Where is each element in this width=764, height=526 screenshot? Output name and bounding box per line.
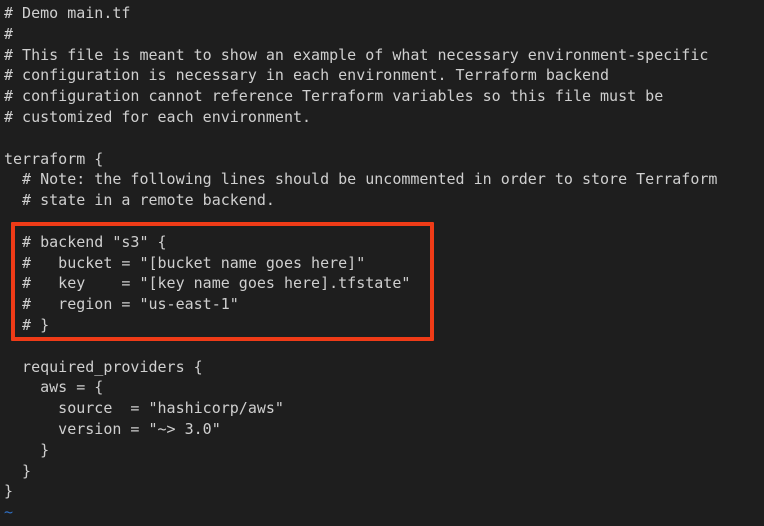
code-line: } <box>4 440 50 459</box>
code-line: # This file is meant to show an example … <box>4 45 709 64</box>
code-line: } <box>4 461 32 480</box>
code-line: required_providers { <box>4 357 203 376</box>
code-line: # backend "s3" { <box>4 232 167 251</box>
code-line: # Note: the following lines should be un… <box>4 170 718 189</box>
code-line: terraform { <box>4 149 104 168</box>
code-editor-viewport[interactable]: # Demo main.tf # # This file is meant to… <box>0 0 764 526</box>
code-line: version = "~> 3.0" <box>4 419 221 438</box>
code-line: aws = { <box>4 378 104 397</box>
code-line: # } <box>4 315 50 334</box>
code-line: # bucket = "[bucket name goes here]" <box>4 253 366 272</box>
code-line: } <box>4 482 14 501</box>
empty-line-tilde-marker: ~ <box>4 503 14 522</box>
code-line: source = "hashicorp/aws" <box>4 399 284 418</box>
code-line: # region = "us-east-1" <box>4 295 239 314</box>
code-line: # customized for each environment. <box>4 107 312 126</box>
code-line: # state in a remote backend. <box>4 191 275 210</box>
code-text-area[interactable]: # Demo main.tf # # This file is meant to… <box>2 3 764 523</box>
code-line: # key = "[key name goes here].tfstate" <box>4 274 411 293</box>
code-line: # <box>4 24 14 43</box>
code-line: # Demo main.tf <box>4 4 131 22</box>
code-line: # configuration cannot reference Terrafo… <box>4 87 664 106</box>
code-line: # configuration is necessary in each env… <box>4 66 610 85</box>
